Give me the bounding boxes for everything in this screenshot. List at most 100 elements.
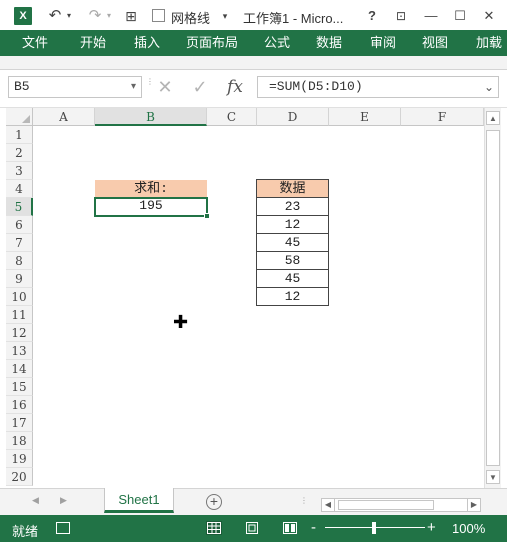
gridlines-label: 网格线 xyxy=(171,11,211,26)
row-header-16[interactable]: 16 xyxy=(6,396,33,414)
enter-icon[interactable]: ✓ xyxy=(187,76,213,98)
macro-record-icon[interactable] xyxy=(56,522,70,534)
minimize-button[interactable]: — xyxy=(420,6,442,26)
tab-file[interactable]: 文件 xyxy=(6,30,64,56)
row-header-18[interactable]: 18 xyxy=(6,432,33,450)
cell-d4[interactable]: 数据 xyxy=(256,179,329,198)
redo-icon[interactable]: ↷ xyxy=(84,5,106,27)
table-grid-icon[interactable]: ⊞ xyxy=(121,5,141,27)
vertical-scroll-thumb[interactable] xyxy=(486,130,500,466)
name-box-value: B5 xyxy=(14,79,30,94)
row-header-8[interactable]: 8 xyxy=(6,252,33,270)
row-header-13[interactable]: 13 xyxy=(6,342,33,360)
tab-split-handle[interactable]: ⋮ xyxy=(300,496,308,505)
tab-view[interactable]: 视图 xyxy=(422,30,448,56)
vertical-scrollbar[interactable]: ▲ ▼ xyxy=(484,108,501,488)
formula-input[interactable]: =SUM(D5:D10) ⌄ xyxy=(257,76,499,98)
sheet-prev-icon[interactable]: ◀ xyxy=(32,495,39,506)
normal-view-icon[interactable] xyxy=(206,521,222,535)
tab-page-layout[interactable]: 页面布局 xyxy=(186,30,238,56)
undo-dropdown-icon[interactable]: ▾ xyxy=(64,5,74,27)
column-header-d[interactable]: D xyxy=(257,108,329,126)
page-layout-view-icon[interactable] xyxy=(244,521,260,535)
zoom-slider-thumb[interactable] xyxy=(372,522,376,534)
column-header-a[interactable]: A xyxy=(33,108,95,126)
expand-formula-icon[interactable]: ⌄ xyxy=(484,77,494,97)
tab-insert[interactable]: 插入 xyxy=(134,30,160,56)
cell-d8[interactable]: 58 xyxy=(256,251,329,270)
row-header-19[interactable]: 19 xyxy=(6,450,33,468)
redo-dropdown-icon[interactable]: ▾ xyxy=(104,5,114,27)
column-header-e[interactable]: E xyxy=(329,108,401,126)
cell-d6[interactable]: 12 xyxy=(256,215,329,234)
cell-d5[interactable]: 23 xyxy=(256,197,329,216)
horizontal-scrollbar[interactable]: ◀ ▶ xyxy=(321,498,481,512)
cancel-icon[interactable]: ✕ xyxy=(152,76,178,98)
column-header-f[interactable]: F xyxy=(401,108,484,126)
row-header-5[interactable]: 5 xyxy=(6,198,33,216)
row-header-3[interactable]: 3 xyxy=(6,162,33,180)
fill-handle[interactable] xyxy=(204,213,210,219)
ribbon-tabs: 文件 开始 插入 页面布局 公式 数据 审阅 视图 加载 xyxy=(0,30,507,56)
tab-formulas[interactable]: 公式 xyxy=(264,30,290,56)
row-header-4[interactable]: 4 xyxy=(6,180,33,198)
cell-cursor-icon: ✚ xyxy=(173,312,189,332)
column-header-b[interactable]: B xyxy=(95,108,207,126)
scroll-right-icon[interactable]: ▶ xyxy=(467,498,481,512)
excel-logo-icon: X xyxy=(14,7,32,25)
status-bar: 就绪 - + 100% xyxy=(0,515,507,542)
window-title: 工作簿1 - Micro... xyxy=(243,11,344,26)
zoom-out-button[interactable]: - xyxy=(311,519,316,536)
row-header-9[interactable]: 9 xyxy=(6,270,33,288)
sheet-tab-bar: ◀ ▶ Sheet1 + ⋮ ◀ ▶ xyxy=(0,488,507,515)
scroll-down-icon[interactable]: ▼ xyxy=(486,470,500,484)
scroll-left-icon[interactable]: ◀ xyxy=(321,498,335,512)
name-box[interactable]: B5 ▾ xyxy=(8,76,142,98)
chevron-down-icon[interactable]: ▾ xyxy=(131,77,136,97)
sheet-next-icon[interactable]: ▶ xyxy=(60,495,67,506)
row-header-10[interactable]: 10 xyxy=(6,288,33,306)
formula-bar: B5 ▾ ⋮ ✕ ✓ fx =SUM(D5:D10) ⌄ xyxy=(0,70,507,102)
add-sheet-icon[interactable]: + xyxy=(206,494,222,510)
title-bar: X ↶ ▾ ↷ ▾ ⊞ 网格线 ▾ 工作簿1 - Micro... ? ⊡ — … xyxy=(0,0,507,30)
zoom-in-button[interactable]: + xyxy=(427,519,436,536)
tab-review[interactable]: 审阅 xyxy=(370,30,396,56)
row-header-17[interactable]: 17 xyxy=(6,414,33,432)
row-header-2[interactable]: 2 xyxy=(6,144,33,162)
row-header-1[interactable]: 1 xyxy=(6,126,33,144)
horizontal-scroll-thumb[interactable] xyxy=(338,500,434,510)
ribbon-display-icon[interactable]: ⊡ xyxy=(390,6,412,26)
close-button[interactable]: ✕ xyxy=(478,6,500,26)
help-button[interactable]: ? xyxy=(361,6,383,26)
column-header-c[interactable]: C xyxy=(207,108,257,126)
tab-home[interactable]: 开始 xyxy=(80,30,106,56)
cell-d7[interactable]: 45 xyxy=(256,233,329,252)
ribbon-collapsed-area xyxy=(0,56,507,70)
page-break-view-icon[interactable] xyxy=(282,521,298,535)
undo-icon[interactable]: ↶ xyxy=(44,5,66,27)
cell-b4[interactable]: 求和: xyxy=(95,180,207,198)
row-header-6[interactable]: 6 xyxy=(6,216,33,234)
spreadsheet-grid[interactable]: A B C D E F 1 2 3 4 5 6 7 8 9 10 11 12 1… xyxy=(6,108,484,488)
sheet-tab-sheet1[interactable]: Sheet1 xyxy=(104,488,174,513)
cell-d10[interactable]: 12 xyxy=(256,287,329,306)
row-header-7[interactable]: 7 xyxy=(6,234,33,252)
insert-function-icon[interactable]: fx xyxy=(222,76,248,98)
select-all-button[interactable] xyxy=(6,108,33,126)
formula-text: =SUM(D5:D10) xyxy=(269,79,363,94)
gridlines-checkbox[interactable] xyxy=(152,9,165,22)
tab-addins[interactable]: 加载 xyxy=(476,30,502,56)
row-header-14[interactable]: 14 xyxy=(6,360,33,378)
resize-handle[interactable]: ⋮ xyxy=(146,78,154,94)
row-header-11[interactable]: 11 xyxy=(6,306,33,324)
chevron-down-icon[interactable]: ▾ xyxy=(218,5,232,27)
scroll-up-icon[interactable]: ▲ xyxy=(486,111,500,125)
row-header-12[interactable]: 12 xyxy=(6,324,33,342)
row-header-15[interactable]: 15 xyxy=(6,378,33,396)
tab-data[interactable]: 数据 xyxy=(316,30,342,56)
row-header-20[interactable]: 20 xyxy=(6,468,33,486)
maximize-button[interactable]: ☐ xyxy=(449,6,471,26)
zoom-level[interactable]: 100% xyxy=(452,521,485,536)
cell-b5-active[interactable]: 195 xyxy=(94,197,208,217)
cell-d9[interactable]: 45 xyxy=(256,269,329,288)
